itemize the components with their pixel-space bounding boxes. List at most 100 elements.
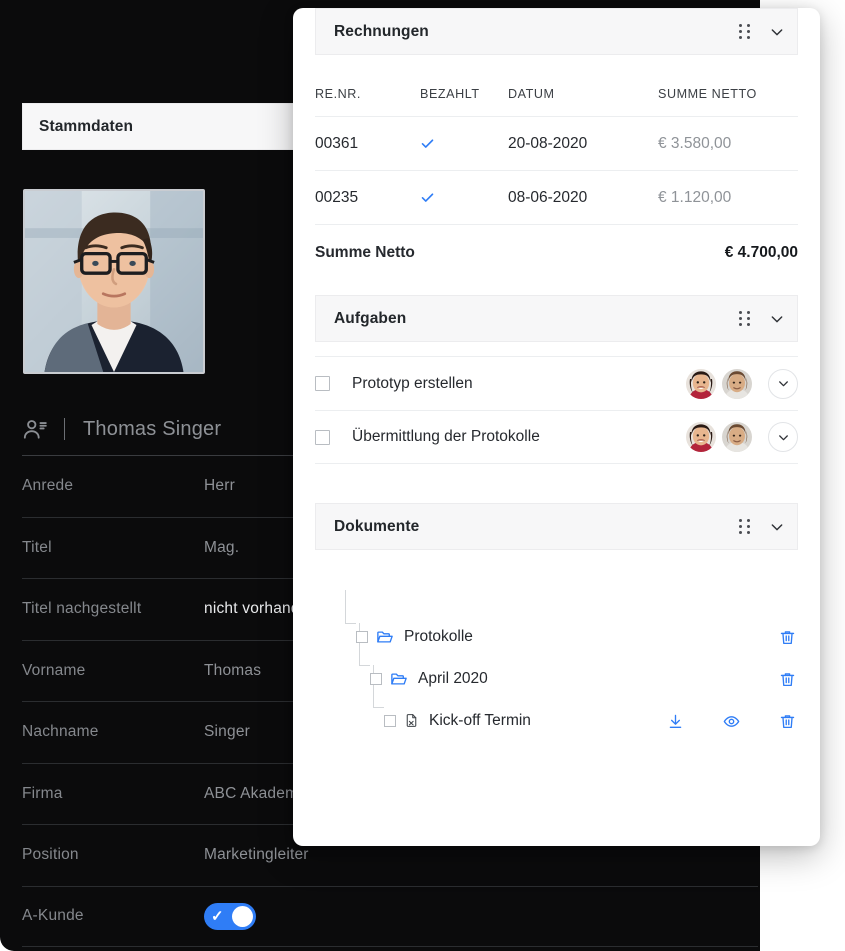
total-label: Summe Netto: [315, 244, 415, 261]
avatar[interactable]: [686, 422, 716, 452]
field-value: Singer: [204, 723, 251, 741]
tree-line: [373, 707, 384, 708]
documents-title: Dokumente: [334, 517, 420, 535]
trash-icon[interactable]: [776, 626, 798, 648]
column-header-sum: SUMME NETTO: [658, 86, 757, 101]
tasks-title: Aufgaben: [334, 309, 407, 327]
field-label: Titel nachgestellt: [22, 600, 142, 618]
invoice-sum: € 3.580,00: [658, 134, 732, 152]
task-checkbox[interactable]: [315, 429, 330, 445]
document-checkbox[interactable]: [370, 673, 382, 685]
field-label: Position: [22, 846, 79, 864]
list-item[interactable]: April 2020: [315, 658, 798, 700]
profile-photo: [23, 189, 205, 374]
document-actions: [776, 626, 798, 648]
person-divider: [64, 418, 65, 440]
field-label: Vorname: [22, 661, 86, 679]
tree-line: [373, 665, 374, 708]
field-label: Anrede: [22, 477, 74, 495]
document-actions: [664, 710, 798, 732]
drag-handle-icon[interactable]: [739, 518, 753, 535]
field-value: Marketingleiter: [204, 846, 309, 864]
toggle-knob: [232, 905, 253, 927]
person-name: Thomas Singer: [83, 417, 222, 440]
invoice-number: 00361: [315, 134, 359, 152]
column-header-date: DATUM: [508, 86, 555, 101]
list-item[interactable]: Kick-off Termin: [315, 700, 798, 742]
invoices-total-row: Summe Netto € 4.700,00: [315, 225, 798, 281]
tree-line: [359, 623, 360, 666]
file-icon: [404, 713, 419, 729]
field-row: A-Kunde ✓: [22, 885, 758, 947]
documents-section-header: Dokumente: [315, 503, 798, 550]
column-header-paid: BEZAHLT: [420, 86, 480, 101]
app-root: Stammdaten Thomas Singer Anrede Herr Tit…: [0, 0, 845, 951]
document-checkbox[interactable]: [384, 715, 396, 727]
list-item[interactable]: Prototyp erstellen: [315, 356, 798, 410]
trash-icon[interactable]: [776, 668, 798, 690]
field-value: Herr: [204, 477, 235, 495]
task-expand-button[interactable]: [768, 368, 798, 399]
document-checkbox[interactable]: [356, 631, 368, 643]
task-expand-button[interactable]: [768, 422, 798, 452]
paid-check-icon: [420, 136, 508, 151]
task-assignees: [686, 422, 752, 452]
total-value: € 4.700,00: [724, 244, 798, 261]
list-item[interactable]: Protokolle: [315, 616, 798, 658]
avatar[interactable]: [686, 368, 716, 399]
invoice-date: 08-06-2020: [508, 188, 588, 206]
tasks-list: Prototyp erstellen Übermittlung der Prot…: [315, 342, 798, 464]
folder-open-icon: [376, 628, 394, 646]
invoice-number: 00235: [315, 188, 359, 206]
avatar[interactable]: [722, 368, 752, 399]
tree-line: [345, 623, 356, 624]
task-assignees: [686, 368, 752, 399]
invoices-section-header: Rechnungen: [315, 8, 798, 55]
folder-open-icon: [390, 670, 408, 688]
contact-person-icon: [22, 416, 48, 442]
table-row[interactable]: 00361 20-08-2020 € 3.580,00: [315, 117, 798, 171]
document-actions: [776, 668, 798, 690]
task-label: Übermittlung der Protokolle: [352, 428, 540, 445]
task-label: Prototyp erstellen: [352, 374, 473, 392]
drag-handle-icon[interactable]: [739, 310, 753, 327]
document-label: Protokolle: [404, 628, 473, 645]
trash-icon[interactable]: [776, 710, 798, 732]
invoices-table: RE.NR. BEZAHLT DATUM SUMME NETTO 00361 2…: [315, 55, 798, 281]
invoices-title: Rechnungen: [334, 22, 429, 40]
drag-handle-icon[interactable]: [739, 23, 753, 40]
tree-line: [359, 665, 370, 666]
task-checkbox[interactable]: [315, 376, 330, 391]
field-value: Mag.: [204, 538, 240, 556]
invoice-sum: € 1.120,00: [658, 188, 732, 206]
documents-header-actions: [739, 518, 785, 535]
field-label: Nachname: [22, 723, 99, 741]
field-label: A-Kunde: [22, 907, 84, 925]
documents-tree: Protokolle April 2020 Kick-off Termin: [315, 550, 798, 742]
eye-icon[interactable]: [720, 710, 742, 732]
stammdaten-title: Stammdaten: [39, 117, 134, 135]
a-kunde-toggle[interactable]: ✓: [204, 902, 256, 930]
chevron-down-icon[interactable]: [769, 24, 785, 40]
tasks-header-actions: [739, 310, 785, 327]
paid-check-icon: [420, 190, 508, 205]
tree-line: [345, 590, 346, 624]
download-icon[interactable]: [664, 710, 686, 732]
list-item[interactable]: Übermittlung der Protokolle: [315, 410, 798, 464]
table-row[interactable]: 00235 08-06-2020 € 1.120,00: [315, 171, 798, 225]
avatar[interactable]: [722, 422, 752, 452]
document-label: April 2020: [418, 670, 488, 687]
tasks-section-header: Aufgaben: [315, 295, 798, 342]
field-label: Firma: [22, 784, 63, 802]
check-icon: ✓: [211, 907, 224, 925]
invoices-header-actions: [739, 23, 785, 40]
document-label: Kick-off Termin: [429, 712, 531, 729]
field-label: Titel: [22, 538, 52, 556]
field-value: Thomas: [204, 661, 262, 679]
column-header-nr: RE.NR.: [315, 86, 361, 101]
invoices-table-header: RE.NR. BEZAHLT DATUM SUMME NETTO: [315, 71, 798, 117]
invoice-date: 20-08-2020: [508, 134, 588, 152]
detail-card: Rechnungen RE.NR. BEZAHLT DATUM SUMME NE…: [293, 8, 820, 846]
chevron-down-icon[interactable]: [769, 519, 785, 535]
chevron-down-icon[interactable]: [769, 311, 785, 327]
